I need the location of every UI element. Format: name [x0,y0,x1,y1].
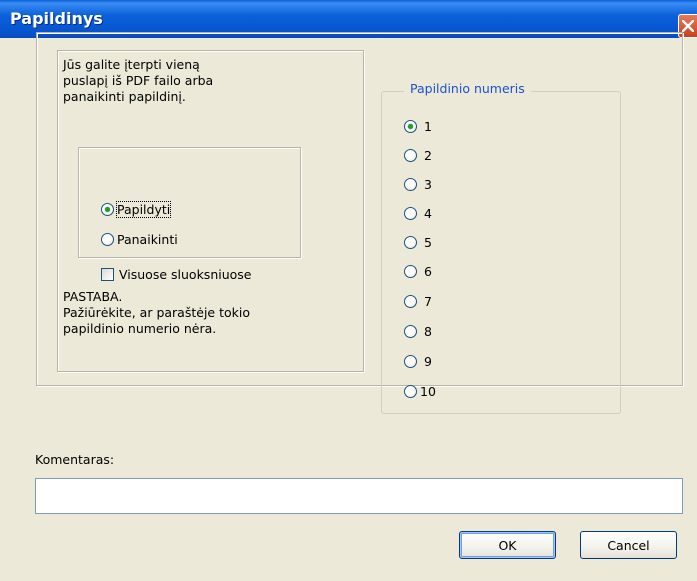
window-title: Papildinys [10,9,103,28]
number-groupbox [381,91,621,414]
radio-number-2[interactable] [404,149,417,162]
info-line: panaikinti papildinį. [63,89,186,104]
note-line: Pažiūrėkite, ar paraštėje tokio [63,305,250,320]
checkbox-visuose-sluoksniuose-label[interactable]: Visuose sluoksniuose [119,267,251,282]
note-line: PASTABA. [63,289,123,304]
radio-number-4[interactable] [404,207,417,220]
comment-input[interactable] [35,478,683,514]
info-line: puslapį iš PDF failo arba [63,73,214,88]
close-icon [682,20,694,32]
radio-number-5-label[interactable]: 5 [424,235,432,250]
radio-number-7-label[interactable]: 7 [424,294,432,309]
ok-button[interactable]: OK [459,531,556,559]
number-groupbox-legend: Papildinio numeris [404,81,531,96]
radio-number-6[interactable] [404,265,417,278]
radio-number-1-label[interactable]: 1 [424,119,432,134]
dialog-window: Papildinys Jūs galite įterpti vieną pusl… [0,0,697,581]
radio-number-10[interactable] [404,385,417,398]
comment-label: Komentaras: [35,452,115,467]
radio-number-8-label[interactable]: 8 [424,324,432,339]
radio-number-9[interactable] [404,355,417,368]
radio-number-3-label[interactable]: 3 [424,177,432,192]
radio-number-7[interactable] [404,295,417,308]
info-line: Jūs galite įterpti vieną [63,57,200,72]
radio-number-3[interactable] [404,178,417,191]
radio-panaikinti[interactable] [101,233,114,246]
checkbox-visuose-sluoksniuose[interactable] [101,268,114,281]
cancel-button[interactable]: Cancel [580,531,677,559]
radio-number-2-label[interactable]: 2 [424,148,432,163]
radio-number-1[interactable] [404,120,417,133]
radio-number-10-label[interactable]: 10 [420,384,436,399]
note-line: papildinio numerio nėra. [63,321,217,336]
radio-panaikinti-label[interactable]: Panaikinti [117,232,178,247]
radio-number-4-label[interactable]: 4 [424,206,432,221]
radio-number-8[interactable] [404,325,417,338]
radio-papildyti-label[interactable]: Papildyti [115,201,172,218]
radio-number-9-label[interactable]: 9 [424,354,432,369]
info-text: Jūs galite įterpti vieną puslapį iš PDF … [63,57,283,105]
note-text: PASTABA. Pažiūrėkite, ar paraštėje tokio… [63,289,323,337]
radio-number-5[interactable] [404,236,417,249]
radio-number-6-label[interactable]: 6 [424,264,432,279]
radio-papildyti[interactable] [101,203,114,216]
